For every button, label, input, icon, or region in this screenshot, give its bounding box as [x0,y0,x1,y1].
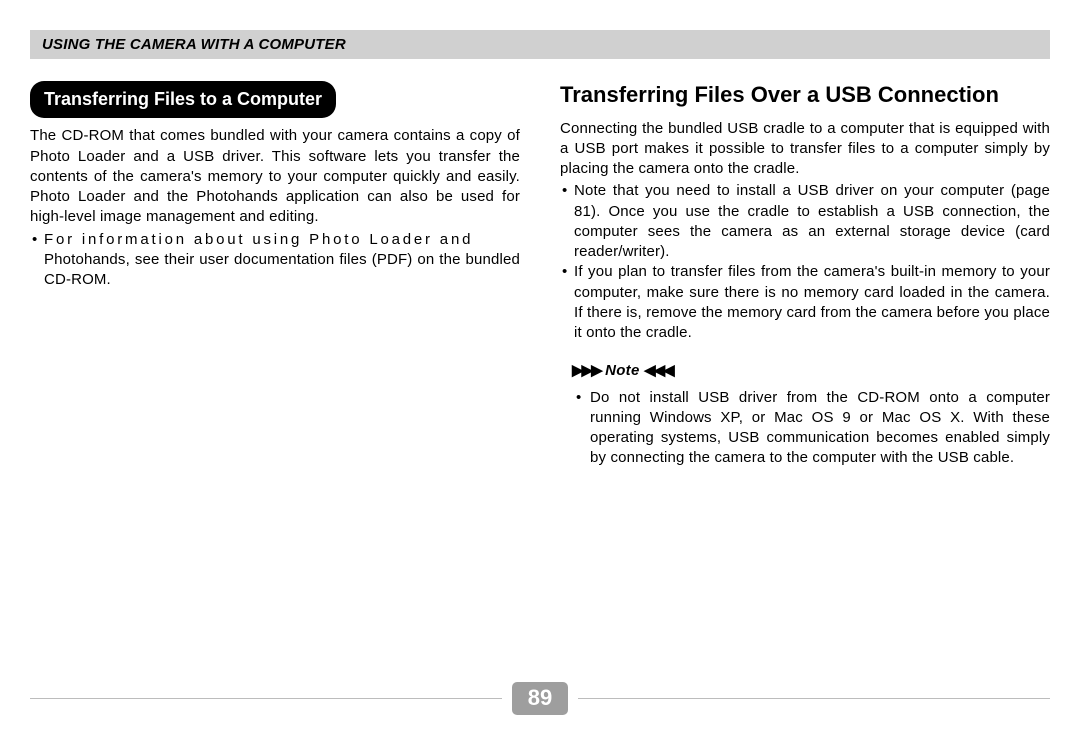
footer-rule-right [578,698,1050,699]
left-heading: Transferring Files to a Computer [30,81,336,118]
page-number-badge: 89 [512,682,568,715]
note-deco-right-icon: ◀◀◀ [644,362,673,379]
left-heading-text: Transferring Files to a Computer [44,89,322,109]
left-bullet-line2: Photohands, see their user documentation… [30,250,520,291]
note-deco-left-icon: ▶▶▶ [572,362,601,379]
right-bullet-1: Note that you need to install a USB driv… [560,181,1050,262]
right-heading: Transferring Files Over a USB Connection [560,81,1050,109]
note-bullet: Do not install USB driver from the CD-RO… [560,388,1050,469]
note-label: ▶▶▶ Note ◀◀◀ [572,361,1050,381]
content-area: Transferring Files to a Computer The CD-… [30,81,1050,672]
page-footer: 89 [30,682,1050,715]
right-paragraph: Connecting the bundled USB cradle to a c… [560,119,1050,180]
left-bullet-line1: For information about using Photo Loader… [30,230,520,250]
page-number: 89 [528,685,552,710]
left-paragraph: The CD-ROM that comes bundled with your … [30,126,520,227]
left-column: Transferring Files to a Computer The CD-… [30,81,520,672]
note-label-text: Note [605,362,640,379]
footer-rule-left [30,698,502,699]
section-header: USING THE CAMERA WITH A COMPUTER [30,30,1050,59]
right-column: Transferring Files Over a USB Connection… [560,81,1050,672]
section-header-text: USING THE CAMERA WITH A COMPUTER [42,36,346,53]
right-bullet-2: If you plan to transfer files from the c… [560,262,1050,343]
